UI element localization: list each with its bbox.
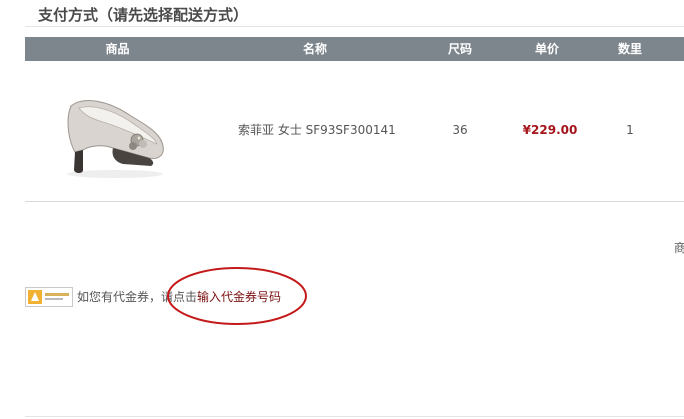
product-name[interactable]: 索菲亚 女士 SF93SF300141 bbox=[238, 122, 396, 138]
coupon-prompt-text: 如您有代金券，请点击 bbox=[77, 290, 198, 304]
checkout-page: 支付方式（请先选择配送方式） 商品 名称 尺码 单价 数里 索菲亚 女士 SF9… bbox=[0, 0, 684, 419]
enter-coupon-link[interactable]: 输入代金券号码 bbox=[197, 290, 281, 304]
table-row: 索菲亚 女士 SF93SF300141 36 ¥229.00 1 bbox=[25, 61, 684, 201]
bottom-divider bbox=[25, 416, 684, 417]
header-name: 名称 bbox=[302, 42, 327, 56]
header-product: 商品 bbox=[105, 42, 130, 56]
payment-section-title: 支付方式（请先选择配送方式） bbox=[38, 6, 249, 24]
product-size: 36 bbox=[452, 123, 468, 137]
shoe-product-image[interactable] bbox=[53, 86, 173, 181]
cart-table-header: 商品 名称 尺码 单价 数里 bbox=[25, 37, 684, 61]
header-quantity: 数里 bbox=[617, 42, 642, 56]
coupon-logo-icon bbox=[25, 287, 73, 307]
row-divider bbox=[25, 201, 684, 202]
header-size: 尺码 bbox=[447, 42, 472, 56]
coupon-prompt: 如您有代金券，请点击输入代金券号码 bbox=[77, 289, 281, 305]
title-divider bbox=[25, 26, 684, 27]
product-quantity: 1 bbox=[626, 123, 634, 137]
header-price: 单价 bbox=[534, 42, 559, 56]
summary-cut-text: 商 bbox=[674, 241, 684, 255]
product-price: ¥229.00 bbox=[522, 123, 578, 137]
